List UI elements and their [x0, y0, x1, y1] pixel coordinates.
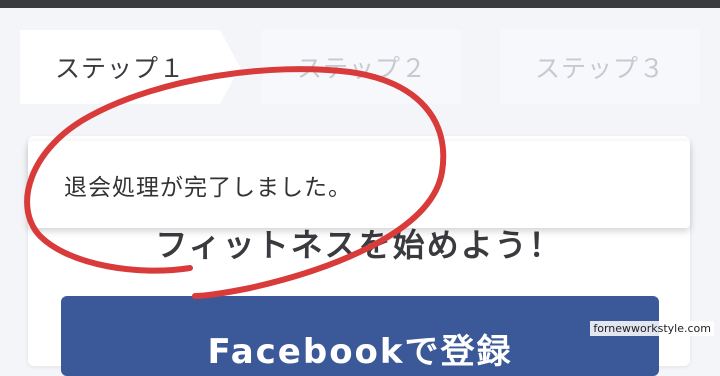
watermark: fornewworkstyle.com [590, 321, 714, 336]
step-1: ステップ１ [20, 30, 240, 104]
toast-notification: 退会処理が完了しました。 [28, 141, 690, 228]
facebook-signup-button[interactable]: Facebookで登録 [61, 296, 659, 376]
top-bar [0, 0, 720, 8]
step-2: ステップ２ [262, 30, 462, 104]
step-3: ステップ３ [500, 30, 700, 104]
step-indicator: ステップ１ ステップ２ ステップ３ [0, 28, 720, 106]
toast-message: 退会処理が完了しました。 [64, 174, 352, 201]
